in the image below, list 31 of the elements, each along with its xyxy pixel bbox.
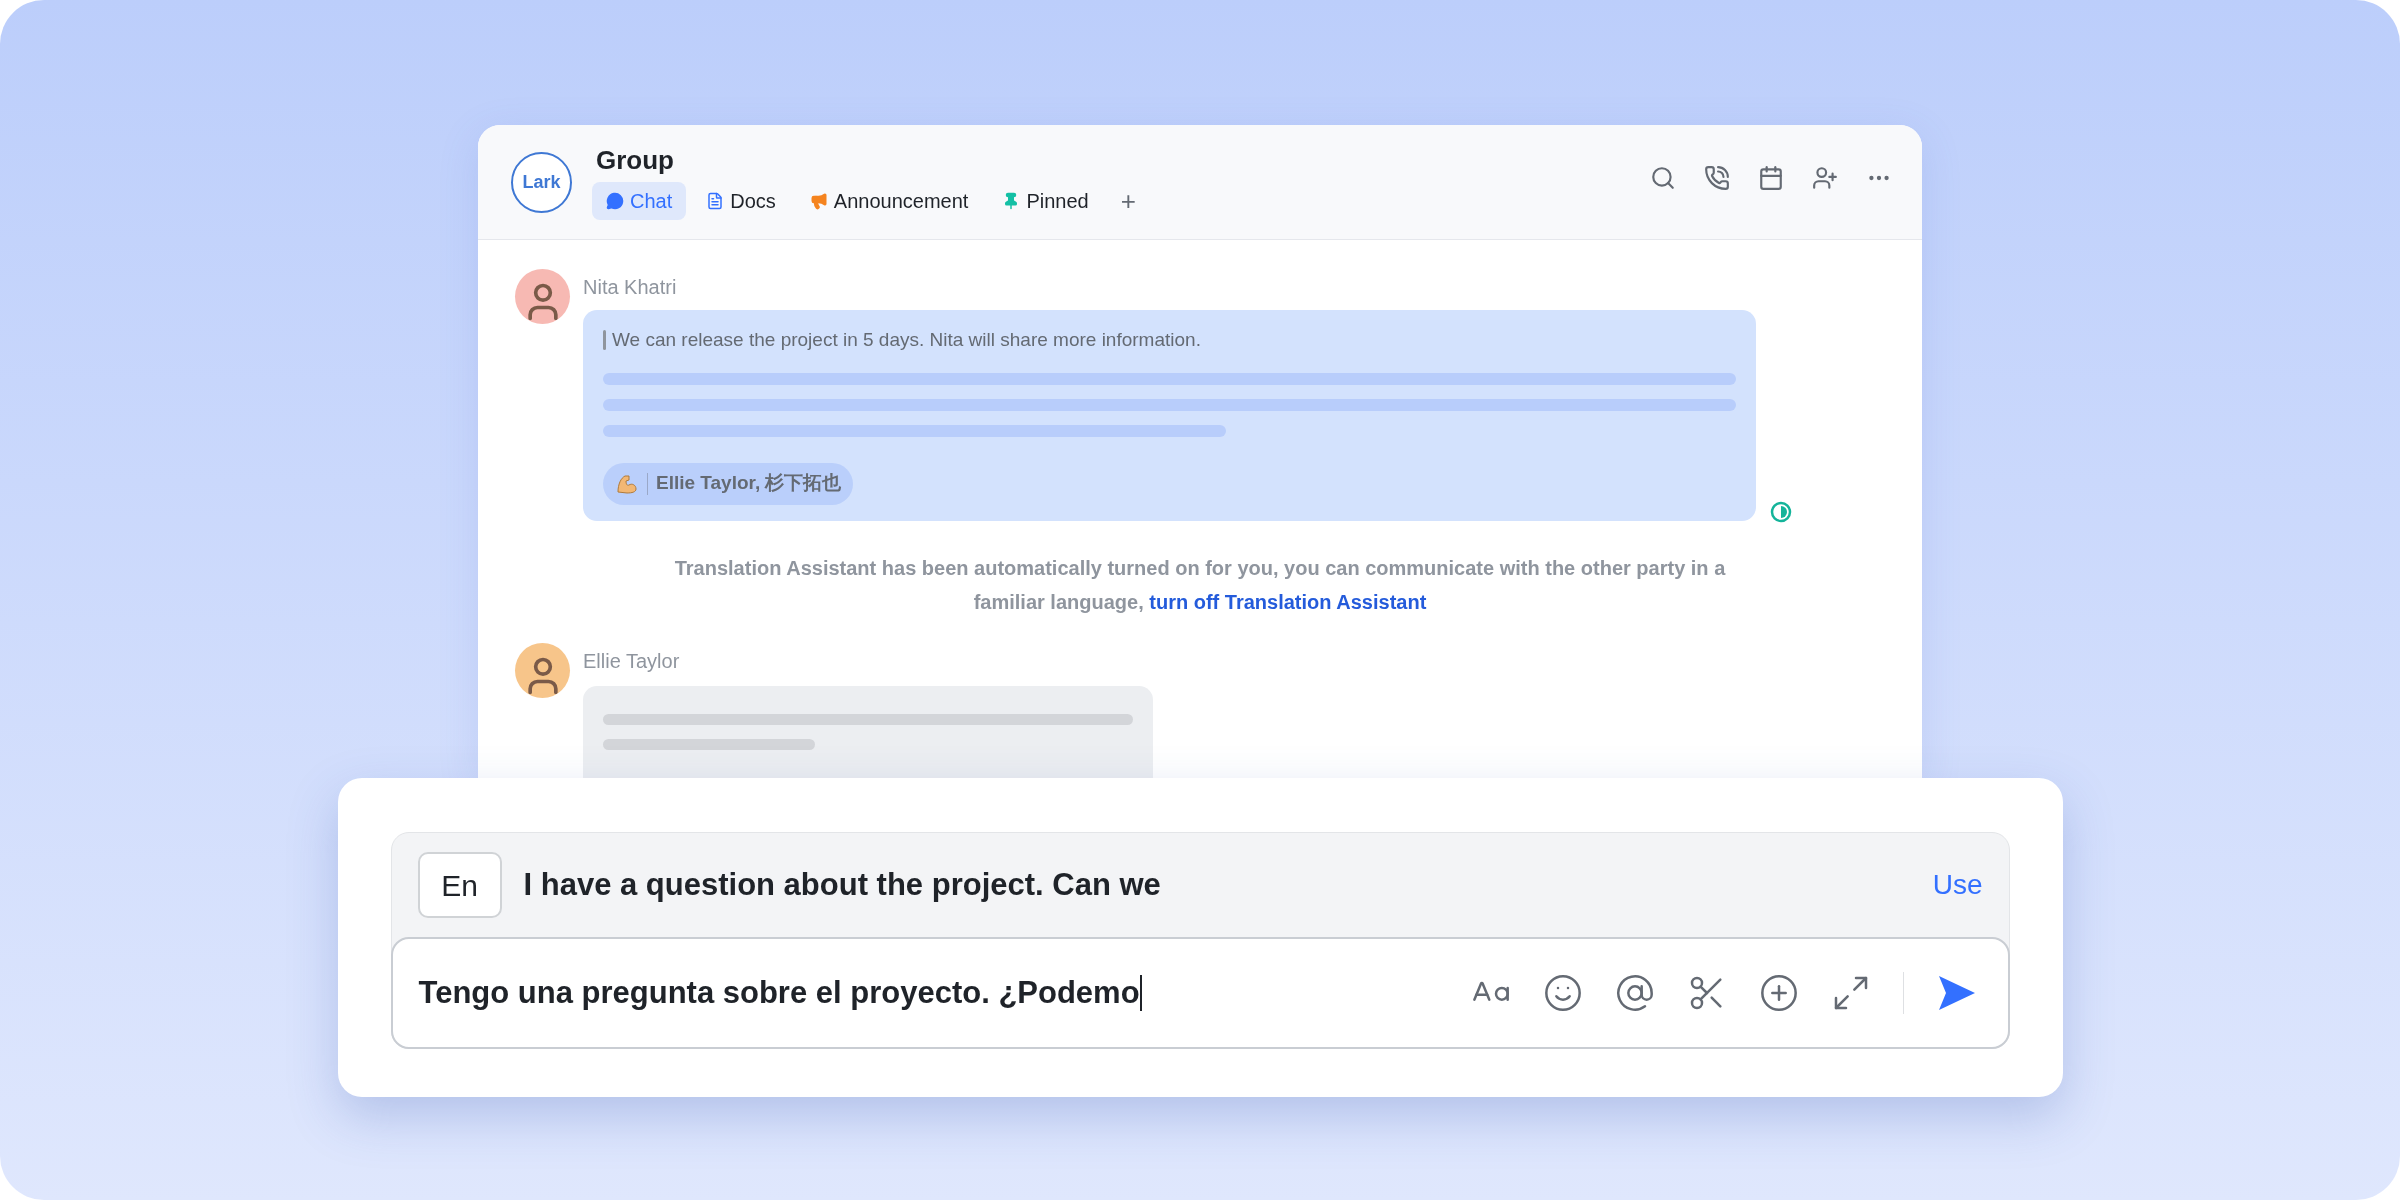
add-icon[interactable] xyxy=(1758,973,1799,1013)
header-tab[interactable]: Announcement xyxy=(795,182,983,220)
calendar-icon[interactable] xyxy=(1758,165,1784,191)
turn-off-link[interactable]: turn off Translation Assistant xyxy=(1149,590,1427,613)
text-cursor xyxy=(1139,975,1142,1011)
sender-name: Ellie Taylor xyxy=(583,648,681,673)
header-tab[interactable]: Docs xyxy=(692,182,790,220)
translated-text: I have a question about the project. Can we xyxy=(523,865,1161,904)
avatar xyxy=(515,269,570,324)
add-member-icon[interactable] xyxy=(1812,165,1838,191)
avatar xyxy=(515,642,570,698)
sender-name: Nita Khatri xyxy=(583,275,678,299)
mention-icon[interactable] xyxy=(1614,973,1655,1013)
document-icon xyxy=(706,192,725,210)
chat-title: Group xyxy=(595,144,675,176)
language-chip[interactable]: En xyxy=(417,852,502,918)
use-button[interactable]: Use xyxy=(1932,864,1983,906)
system-notice: Translation Assistant has been automatically turned on for you, you can communicate with the other party in a familiar language, turn off Translation Assistant xyxy=(673,555,1727,615)
phone-icon[interactable] xyxy=(1704,165,1730,191)
message-text: We can release the project in 5 days. Nita will share more information. xyxy=(612,328,1201,352)
emoji-icon[interactable] xyxy=(1542,973,1583,1013)
search-icon[interactable] xyxy=(1650,165,1676,191)
add-tab-button[interactable]: + xyxy=(1108,182,1148,220)
reaction-names: Ellie Taylor, 杉下拓也 xyxy=(656,471,842,496)
megaphone-icon xyxy=(809,192,828,210)
chat-bubble-icon xyxy=(606,192,624,210)
message-input[interactable]: Tengo una pregunta sobre el proyecto. ¿Podemo xyxy=(418,969,1142,1017)
header-tab[interactable]: Pinned xyxy=(988,182,1103,220)
group-logo: Lark xyxy=(511,151,572,213)
contrast-icon[interactable] xyxy=(1770,500,1792,523)
quote-bar xyxy=(603,330,606,351)
